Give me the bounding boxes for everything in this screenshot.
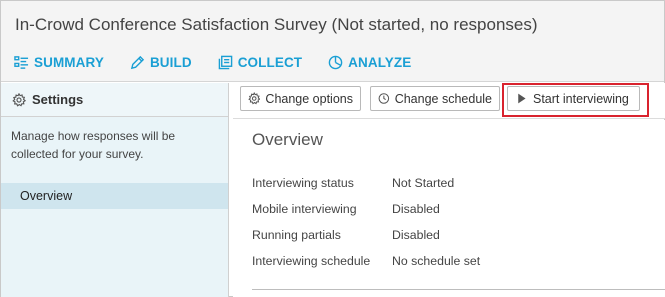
property-row: Mobile interviewing Disabled (252, 202, 480, 228)
properties-list: Interviewing status Not Started Mobile i… (252, 176, 480, 280)
property-value: Disabled (392, 202, 440, 216)
property-row: Interviewing schedule No schedule set (252, 254, 480, 280)
summary-icon (14, 56, 29, 69)
property-value: No schedule set (392, 254, 481, 268)
nav-analyze[interactable]: ANALYZE (328, 55, 411, 70)
property-value: Disabled (392, 228, 440, 242)
sidebar-item-label: Overview (20, 189, 73, 203)
nav-summary[interactable]: SUMMARY (14, 55, 104, 70)
change-schedule-label: Change schedule (394, 91, 492, 106)
nav-analyze-label: ANALYZE (348, 55, 412, 70)
start-interviewing-label: Start interviewing (533, 91, 629, 106)
overview-title: Overview (252, 130, 323, 149)
main-content: Overview Interviewing status Not Started… (233, 120, 665, 297)
pencil-icon (130, 55, 145, 70)
sidebar-heading: Settings (32, 92, 84, 107)
property-label: Interviewing schedule (252, 254, 371, 268)
play-icon (518, 93, 526, 104)
change-options-label: Change options (265, 91, 353, 106)
toolbar: Change options Change schedule Start int… (233, 83, 665, 119)
page-title: In-Crowd Conference Satisfaction Survey … (15, 15, 538, 34)
analyze-icon (328, 55, 343, 70)
clock-icon (378, 93, 390, 104)
property-label: Running partials (252, 228, 341, 242)
gear-icon (12, 92, 26, 107)
nav-collect-label: COLLECT (237, 55, 303, 70)
collect-icon (218, 55, 232, 70)
property-row: Interviewing status Not Started (252, 176, 480, 202)
property-value: Not Started (392, 176, 455, 190)
divider (252, 289, 665, 290)
gear-icon (248, 92, 261, 105)
sidebar: Settings Manage how responses will be co… (1, 83, 229, 297)
property-row: Running partials Disabled (252, 228, 480, 254)
app-window: In-Crowd Conference Satisfaction Survey … (0, 0, 665, 297)
change-schedule-button[interactable]: Change schedule (370, 86, 500, 111)
nav-build-label: BUILD (149, 55, 192, 70)
main-nav: SUMMARY BUILD COLLECT ANALYZE (14, 55, 437, 70)
sidebar-header: Settings (1, 83, 228, 117)
property-label: Interviewing status (252, 176, 354, 190)
nav-collect[interactable]: COLLECT (218, 55, 302, 70)
change-options-button[interactable]: Change options (240, 86, 361, 111)
nav-summary-label: SUMMARY (34, 55, 104, 70)
sidebar-item-overview[interactable]: Overview (1, 183, 228, 209)
start-interviewing-button[interactable]: Start interviewing (507, 86, 640, 111)
property-label: Mobile interviewing (252, 202, 357, 216)
nav-build[interactable]: BUILD (130, 55, 192, 70)
header: In-Crowd Conference Satisfaction Survey … (1, 1, 664, 82)
sidebar-description: Manage how responses will be collected f… (11, 129, 176, 161)
